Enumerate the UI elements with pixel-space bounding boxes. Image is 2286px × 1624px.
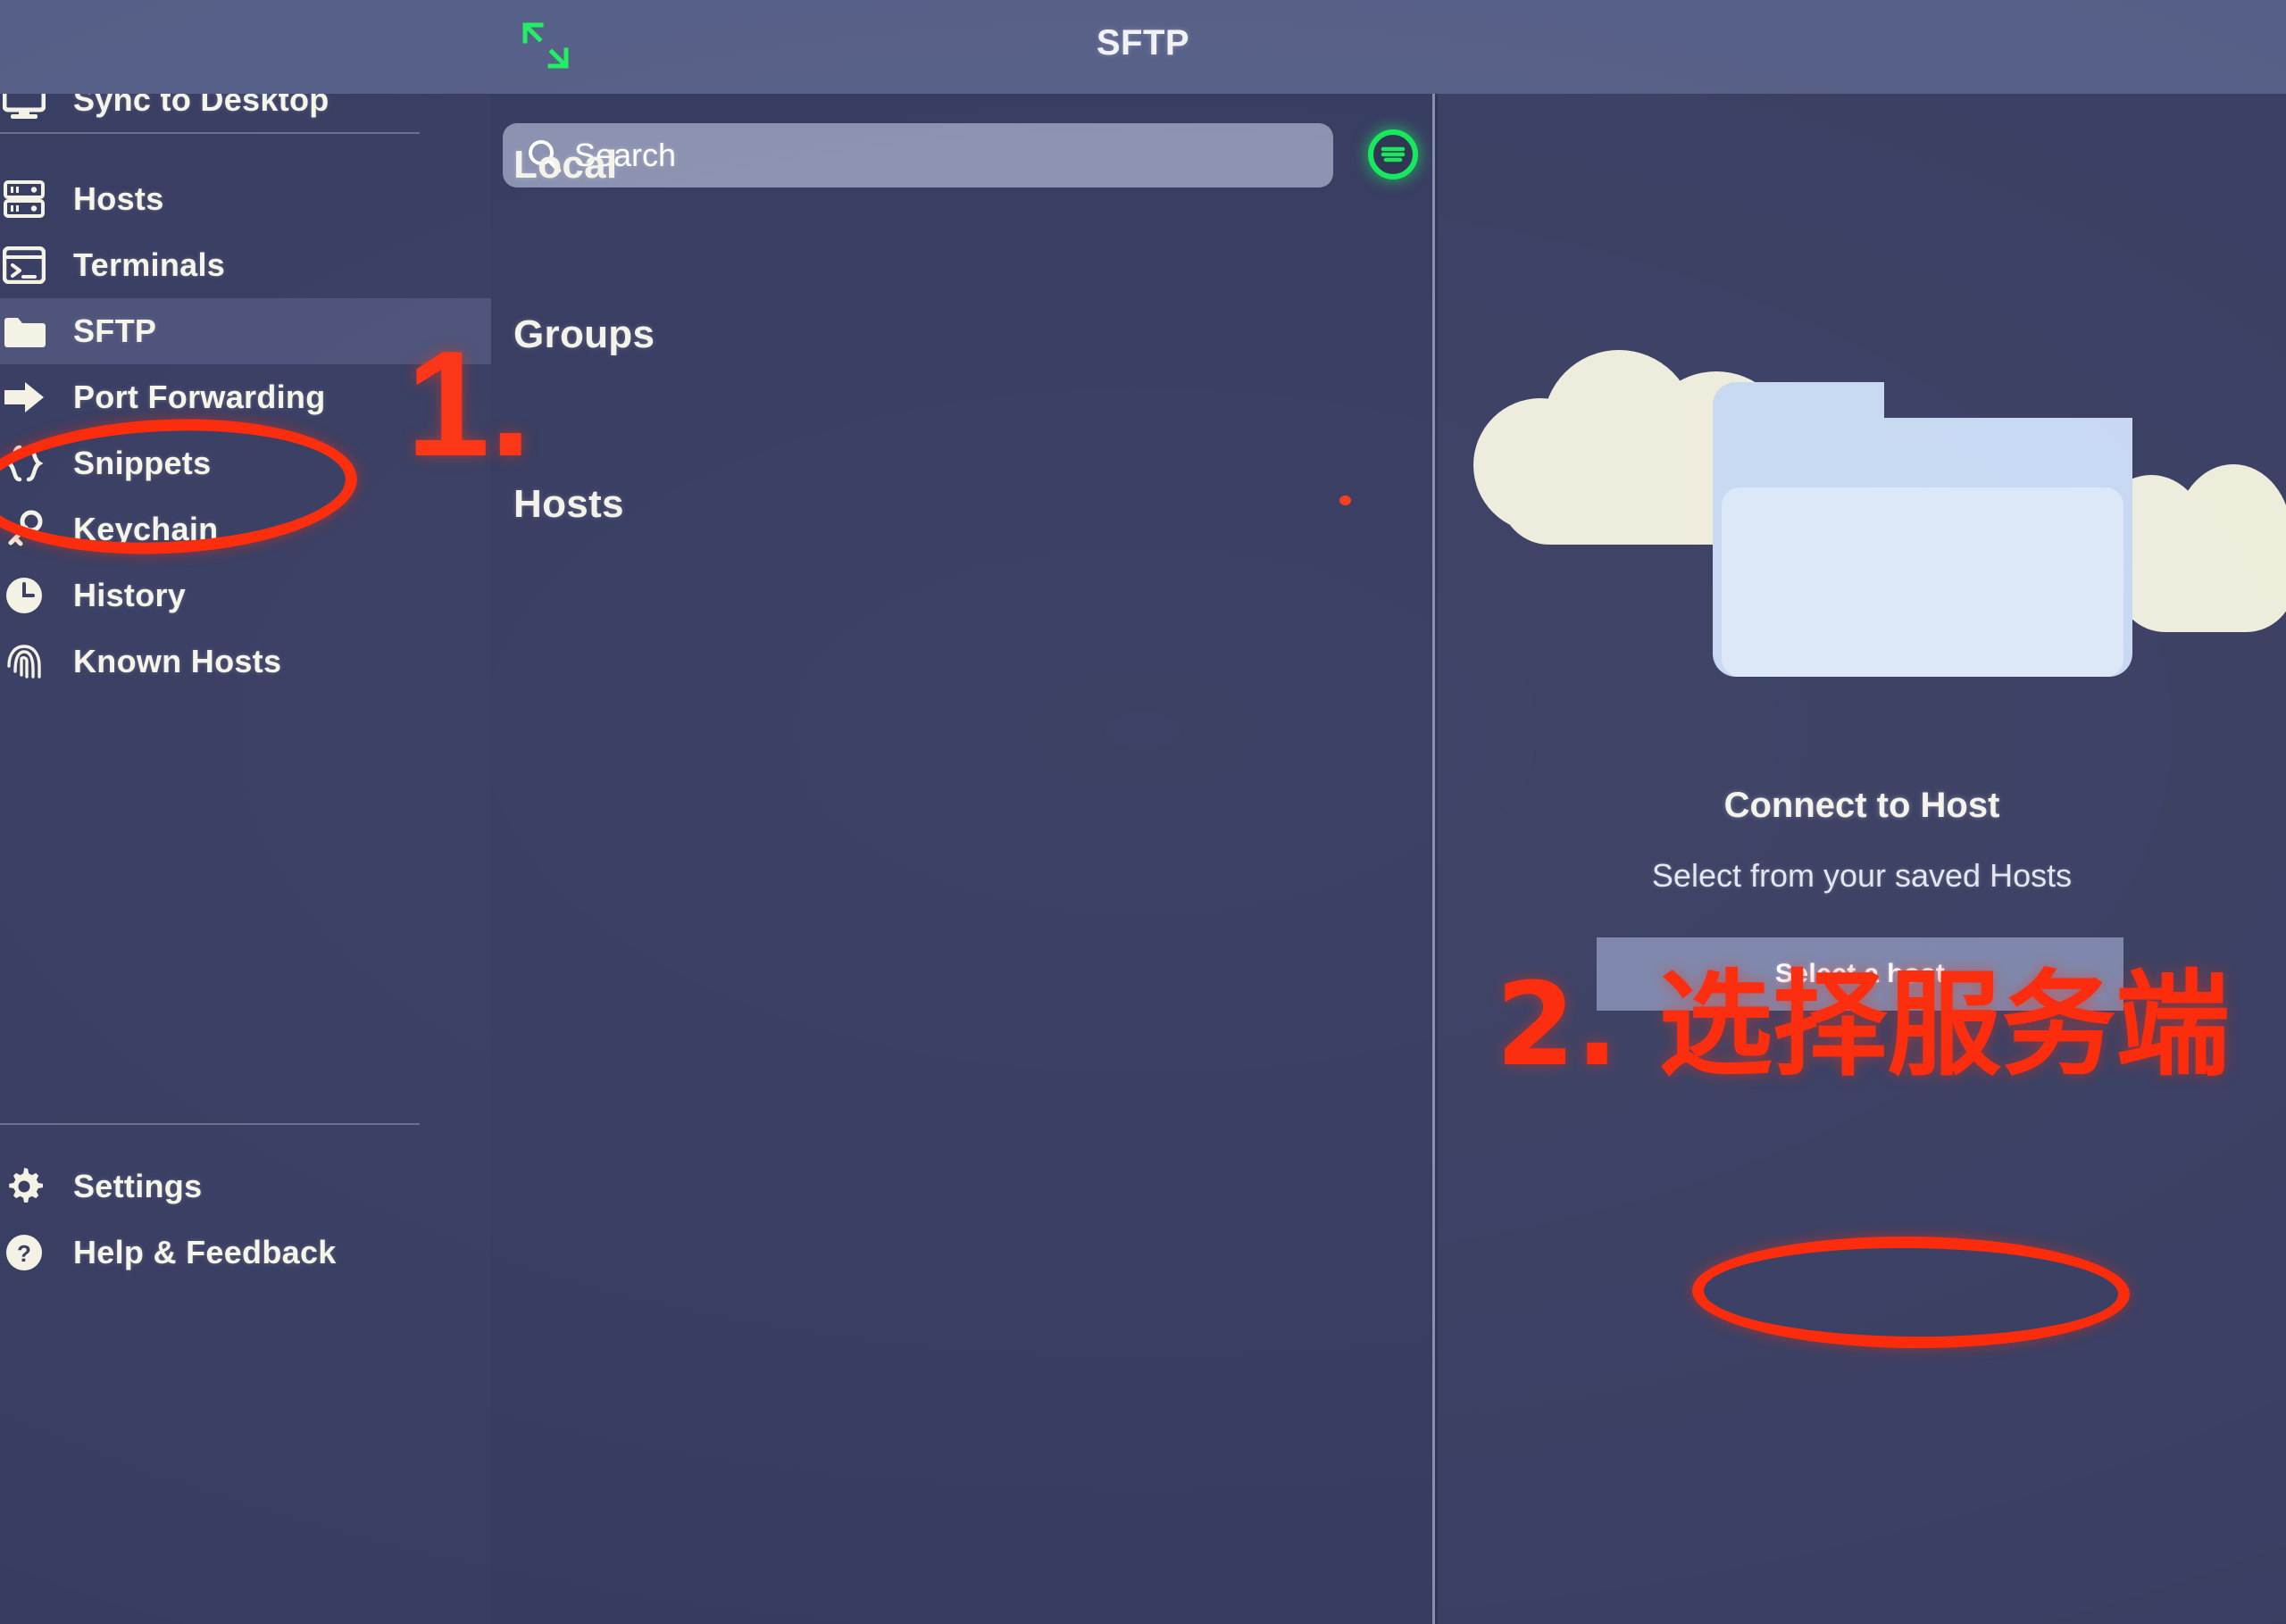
server-rack-icon <box>0 179 52 219</box>
sidebar-item-hosts[interactable]: Hosts <box>0 166 491 232</box>
curly-braces-icon <box>0 444 52 483</box>
sidebar-divider-top <box>0 132 420 134</box>
sidebar: Sync to Desktop Hosts Terminals SFTP Por… <box>0 0 491 1624</box>
sidebar-divider-bottom <box>0 1123 420 1125</box>
folder-icon <box>0 313 52 349</box>
fingerprint-icon <box>0 641 52 682</box>
filter-lines-icon[interactable] <box>1368 129 1418 179</box>
gear-icon <box>0 1166 52 1207</box>
sidebar-item-label: Help & Feedback <box>73 1234 337 1270</box>
folder-illustration-icon <box>1713 382 2132 677</box>
question-circle-icon: ? <box>0 1232 52 1273</box>
sidebar-item-known-hosts[interactable]: Known Hosts <box>0 629 491 695</box>
sidebar-item-history[interactable]: History <box>0 562 491 629</box>
connect-subtext: Select from your saved Hosts <box>1651 857 2073 894</box>
sftp-list-panel: Search Local Groups Hosts <box>491 94 1435 1624</box>
sidebar-item-label: Terminals <box>73 246 226 283</box>
panel-divider[interactable] <box>1432 94 1435 1624</box>
app-window: SFTP Sync to Desktop Hosts Terminals SFT… <box>0 0 2286 1624</box>
sidebar-item-sftp[interactable]: SFTP <box>0 298 491 364</box>
section-header-hosts[interactable]: Hosts <box>513 482 624 527</box>
connect-heading: Connect to Host <box>1723 786 2000 825</box>
sidebar-item-label: Hosts <box>73 180 164 217</box>
sidebar-item-label: Snippets <box>73 445 212 481</box>
sidebar-item-port-forwarding[interactable]: Port Forwarding <box>0 364 491 430</box>
key-icon <box>0 509 52 550</box>
search-input[interactable]: Search <box>503 123 1333 187</box>
sidebar-item-settings[interactable]: Settings <box>0 1153 491 1220</box>
expand-diagonal-icon[interactable] <box>518 18 573 73</box>
sidebar-item-label: Known Hosts <box>73 643 282 679</box>
folder-in-clouds-illustration <box>1438 321 2286 723</box>
sidebar-item-label: SFTP <box>73 312 157 349</box>
sidebar-item-keychain[interactable]: Keychain <box>0 496 491 562</box>
connect-to-host-panel: Connect to Host Select from your saved H… <box>1438 94 2286 1624</box>
sidebar-item-snippets[interactable]: Snippets <box>0 430 491 496</box>
clock-icon <box>0 575 52 616</box>
terminal-icon <box>0 246 52 284</box>
section-header-local[interactable]: Local <box>513 143 617 187</box>
select-host-button[interactable]: Select a host <box>1597 937 2123 1011</box>
section-header-groups[interactable]: Groups <box>513 312 655 357</box>
sidebar-item-help-feedback[interactable]: ? Help & Feedback <box>0 1220 491 1286</box>
sidebar-item-label: Port Forwarding <box>73 379 326 415</box>
sidebar-item-label: History <box>73 577 187 613</box>
svg-text:?: ? <box>17 1240 31 1267</box>
cloud-shape <box>2116 534 2286 632</box>
title-bar: SFTP <box>0 0 2286 94</box>
sidebar-item-terminals[interactable]: Terminals <box>0 232 491 298</box>
sidebar-item-label: Keychain <box>73 511 219 547</box>
forward-arrow-icon <box>0 379 52 416</box>
sidebar-item-label: Settings <box>73 1168 203 1204</box>
annotation-dot <box>1339 496 1351 505</box>
page-title: SFTP <box>1096 23 1190 62</box>
